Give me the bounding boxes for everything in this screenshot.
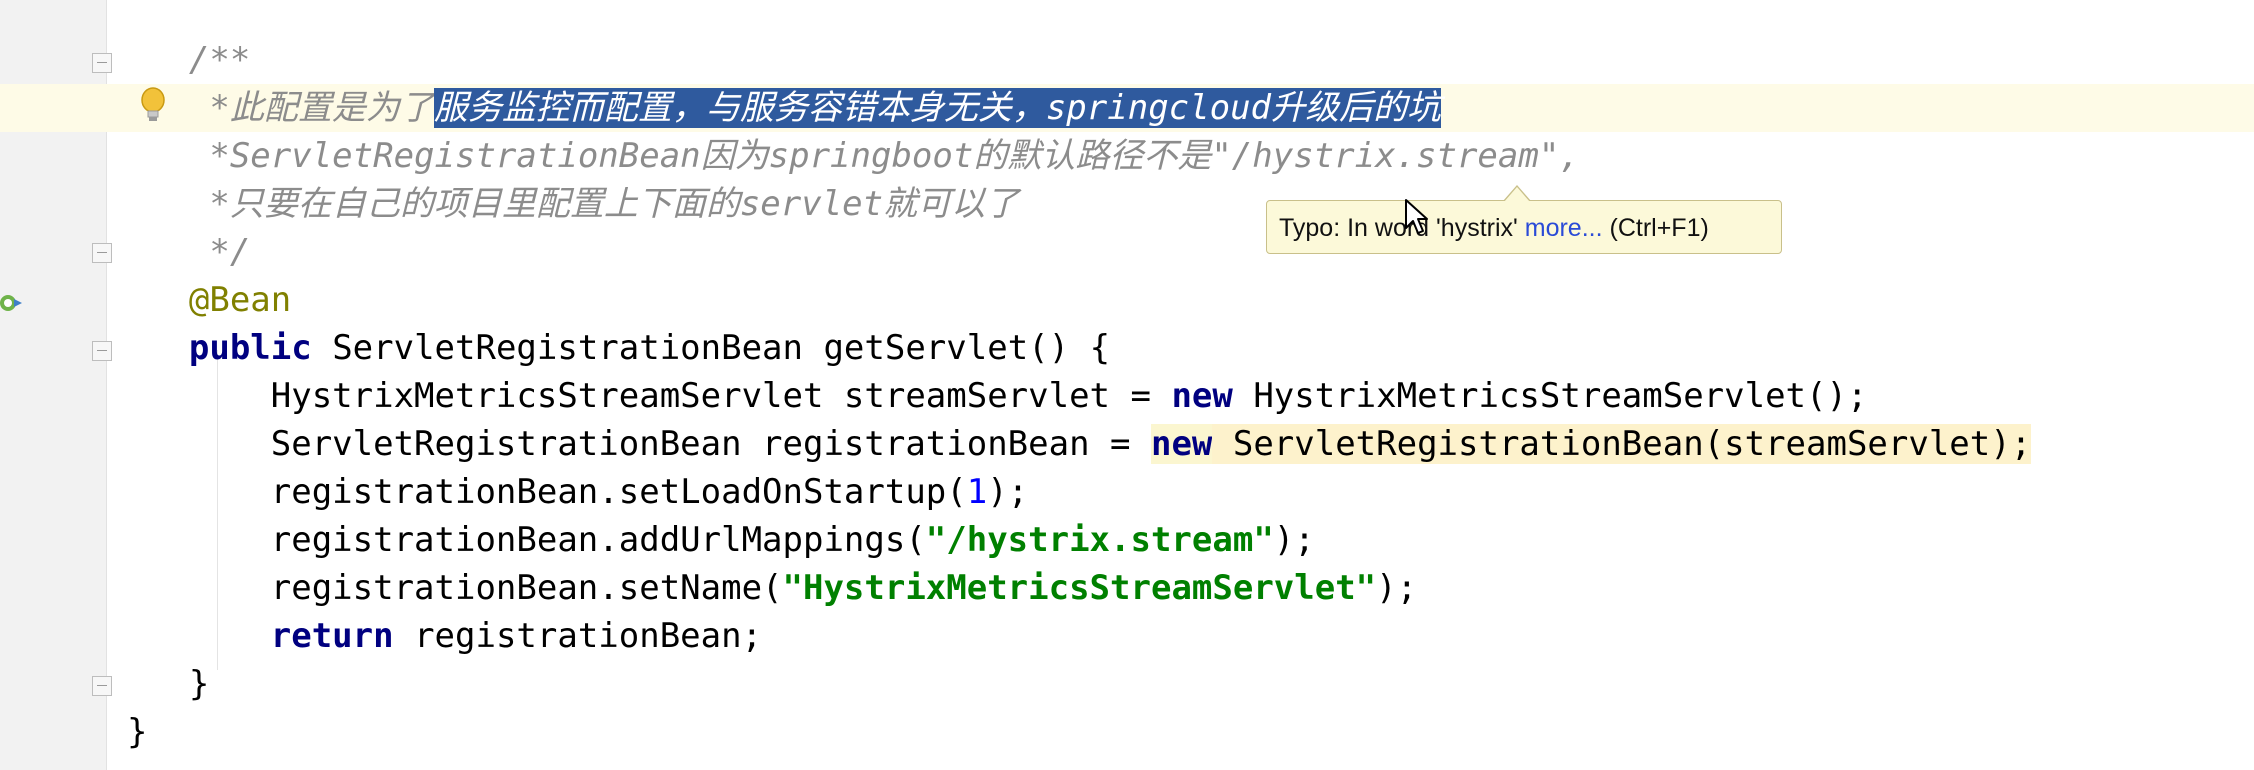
- code-line[interactable]: }: [107, 660, 209, 708]
- tooltip-message: Typo: In word 'hystrix': [1279, 214, 1525, 242]
- typo-tooltip: Typo: In word 'hystrix' more... (Ctrl+F1…: [1266, 185, 1782, 254]
- code-line[interactable]: registrationBean.addUrlMappings("/hystri…: [107, 516, 1315, 564]
- tooltip-shortcut: (Ctrl+F1): [1602, 214, 1709, 242]
- code-editor[interactable]: /** *此配置是为了服务监控而配置，与服务容错本身无关，springcloud…: [107, 0, 2254, 770]
- text-selection: 服务监控而配置，与服务容错本身无关，springcloud升级后的坑: [433, 88, 1442, 128]
- code-line[interactable]: HystrixMetricsStreamServlet streamServle…: [107, 372, 1868, 420]
- code-line[interactable]: public ServletRegistrationBean getServle…: [107, 324, 1110, 372]
- code-line[interactable]: registrationBean.setLoadOnStartup(1);: [107, 468, 1028, 516]
- code-line[interactable]: return registrationBean;: [107, 612, 762, 660]
- spring-bean-icon[interactable]: [0, 290, 22, 316]
- code-line[interactable]: *ServletRegistrationBean因为springboot的默认路…: [107, 132, 1579, 180]
- mouse-pointer-icon: [1405, 199, 1428, 234]
- code-line[interactable]: *此配置是为了服务监控而配置，与服务容错本身无关，springcloud升级后的…: [107, 84, 1442, 132]
- code-line[interactable]: */: [107, 228, 250, 276]
- code-line[interactable]: @Bean: [107, 276, 291, 324]
- code-line[interactable]: /**: [107, 36, 250, 84]
- more-link[interactable]: more...: [1525, 214, 1603, 242]
- code-line[interactable]: }: [127, 708, 147, 756]
- code-line[interactable]: registrationBean.setName("HystrixMetrics…: [107, 564, 1417, 612]
- code-line[interactable]: ServletRegistrationBean registrationBean…: [107, 420, 2032, 468]
- code-line[interactable]: *只要在自己的项目里配置上下面的servlet就可以了: [107, 180, 1019, 228]
